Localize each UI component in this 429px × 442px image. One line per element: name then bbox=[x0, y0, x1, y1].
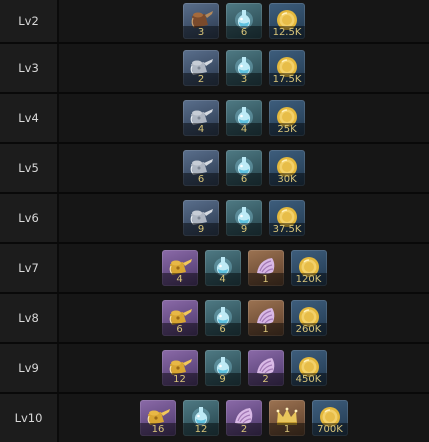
materials-cell: 12 9 2 450K bbox=[59, 344, 429, 392]
material-count: 3 bbox=[183, 26, 219, 39]
level-row: Lv2 3 6 12.5K bbox=[0, 0, 429, 44]
level-row: Lv8 6 6 1 260K bbox=[0, 294, 429, 344]
material-slot[interactable]: 2 bbox=[247, 350, 284, 386]
materials-cell: 4 4 1 120K bbox=[59, 244, 429, 292]
material-count: 16 bbox=[140, 423, 176, 436]
materials-cell: 3 6 12.5K bbox=[59, 0, 429, 42]
material-slot[interactable]: 1 bbox=[247, 250, 284, 286]
level-label: Lv5 bbox=[0, 144, 59, 192]
material-slot[interactable]: 6 bbox=[161, 300, 198, 336]
material-count: 12 bbox=[161, 373, 198, 386]
material-count: 2 bbox=[226, 423, 262, 436]
material-slot[interactable]: 3 bbox=[226, 50, 262, 86]
material-count: 1 bbox=[269, 423, 305, 436]
material-count: 6 bbox=[226, 173, 262, 186]
material-count: 9 bbox=[183, 223, 219, 236]
materials-cell: 16 12 2 1 700K bbox=[59, 394, 429, 442]
material-count: 12.5K bbox=[269, 26, 305, 39]
material-count: 17.5K bbox=[269, 73, 305, 86]
level-row: Lv3 2 3 17.5K bbox=[0, 44, 429, 94]
material-slot[interactable]: 1 bbox=[247, 300, 284, 336]
level-row: Lv10 16 12 2 1 700K bbox=[0, 394, 429, 442]
material-slot[interactable]: 700K bbox=[312, 400, 348, 436]
material-slot[interactable]: 9 bbox=[204, 350, 241, 386]
material-count: 700K bbox=[312, 423, 348, 436]
material-slot[interactable]: 4 bbox=[183, 100, 219, 136]
material-count: 4 bbox=[183, 123, 219, 136]
material-slot[interactable]: 12 bbox=[183, 400, 219, 436]
material-count: 1 bbox=[247, 273, 284, 286]
material-count: 4 bbox=[161, 273, 198, 286]
level-label: Lv7 bbox=[0, 244, 59, 292]
material-count: 6 bbox=[161, 323, 198, 336]
material-count: 120K bbox=[290, 273, 327, 286]
level-label: Lv9 bbox=[0, 344, 59, 392]
level-row: Lv5 6 6 30K bbox=[0, 144, 429, 194]
material-count: 6 bbox=[183, 173, 219, 186]
material-slot[interactable]: 17.5K bbox=[269, 50, 305, 86]
level-row: Lv9 12 9 2 450K bbox=[0, 344, 429, 394]
level-row: Lv6 9 9 37.5K bbox=[0, 194, 429, 244]
material-count: 4 bbox=[226, 123, 262, 136]
materials-cell: 6 6 30K bbox=[59, 144, 429, 192]
materials-cell: 9 9 37.5K bbox=[59, 194, 429, 242]
level-row: Lv7 4 4 1 120K bbox=[0, 244, 429, 294]
material-count: 30K bbox=[269, 173, 305, 186]
material-count: 4 bbox=[204, 273, 241, 286]
material-slot[interactable]: 30K bbox=[269, 150, 305, 186]
material-slot[interactable]: 9 bbox=[183, 200, 219, 236]
material-slot[interactable]: 16 bbox=[140, 400, 176, 436]
material-count: 260K bbox=[290, 323, 327, 336]
material-slot[interactable]: 25K bbox=[269, 100, 305, 136]
material-count: 2 bbox=[247, 373, 284, 386]
material-slot[interactable]: 2 bbox=[226, 400, 262, 436]
level-label: Lv10 bbox=[0, 394, 59, 442]
material-count: 1 bbox=[247, 323, 284, 336]
material-count: 6 bbox=[204, 323, 241, 336]
material-slot[interactable]: 4 bbox=[161, 250, 198, 286]
level-row: Lv4 4 4 25K bbox=[0, 94, 429, 144]
material-slot[interactable]: 4 bbox=[226, 100, 262, 136]
material-slot[interactable]: 12 bbox=[161, 350, 198, 386]
upgrade-cost-table: Lv2 3 6 12.5K Lv3 2 3 17.5K Lv4 4 4 25K Lv5 6 6 30K Lv6 9… bbox=[0, 0, 429, 442]
material-slot[interactable]: 3 bbox=[183, 3, 219, 39]
material-count: 25K bbox=[269, 123, 305, 136]
material-count: 450K bbox=[290, 373, 327, 386]
material-count: 12 bbox=[183, 423, 219, 436]
material-slot[interactable]: 1 bbox=[269, 400, 305, 436]
material-slot[interactable]: 2 bbox=[183, 50, 219, 86]
material-slot[interactable]: 37.5K bbox=[269, 200, 305, 236]
level-label: Lv4 bbox=[0, 94, 59, 142]
level-label: Lv3 bbox=[0, 44, 59, 92]
material-slot[interactable]: 12.5K bbox=[269, 3, 305, 39]
material-count: 9 bbox=[226, 223, 262, 236]
material-count: 6 bbox=[226, 26, 262, 39]
material-slot[interactable]: 9 bbox=[226, 200, 262, 236]
material-slot[interactable]: 6 bbox=[183, 150, 219, 186]
material-count: 2 bbox=[183, 73, 219, 86]
material-count: 37.5K bbox=[269, 223, 305, 236]
material-count: 9 bbox=[204, 373, 241, 386]
material-slot[interactable]: 260K bbox=[290, 300, 327, 336]
material-slot[interactable]: 120K bbox=[290, 250, 327, 286]
material-slot[interactable]: 4 bbox=[204, 250, 241, 286]
level-label: Lv2 bbox=[0, 0, 59, 42]
material-slot[interactable]: 6 bbox=[204, 300, 241, 336]
material-slot[interactable]: 6 bbox=[226, 150, 262, 186]
materials-cell: 2 3 17.5K bbox=[59, 44, 429, 92]
material-slot[interactable]: 450K bbox=[290, 350, 327, 386]
level-label: Lv8 bbox=[0, 294, 59, 342]
materials-cell: 4 4 25K bbox=[59, 94, 429, 142]
material-count: 3 bbox=[226, 73, 262, 86]
material-slot[interactable]: 6 bbox=[226, 3, 262, 39]
materials-cell: 6 6 1 260K bbox=[59, 294, 429, 342]
level-label: Lv6 bbox=[0, 194, 59, 242]
